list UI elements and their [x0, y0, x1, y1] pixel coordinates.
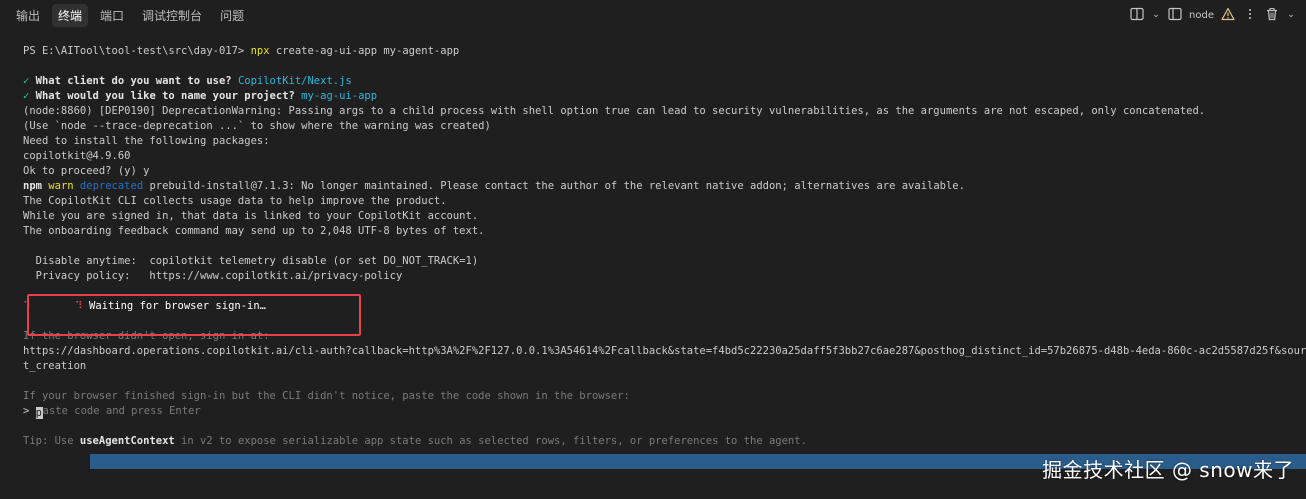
proceed-prompt: Ok to proceed? (y) y — [23, 165, 150, 177]
npm-deprecated: deprecated — [79, 180, 144, 192]
deprecation-warning: (node:8860) [DEP0190] DeprecationWarning… — [23, 105, 1206, 117]
privacy-label: Privacy policy: — [23, 270, 131, 282]
panel-header: 输出 终端 端口 调试控制台 问题 ⌄ node ⌄ — [0, 0, 1306, 30]
chevron-down-icon[interactable]: ⌄ — [1286, 7, 1296, 23]
warning-icon[interactable] — [1220, 7, 1236, 23]
tab-debug-console[interactable]: 调试控制台 — [136, 4, 208, 27]
check-icon: ✓ — [23, 90, 30, 102]
tip-line: Tip: Use useAgentContext in v2 to expose… — [23, 434, 1306, 449]
split-terminal-icon[interactable] — [1167, 7, 1183, 23]
text-cursor: p — [35, 407, 43, 419]
prompt-line: PS E:\AITool\tool-test\src\day-017> npx … — [23, 44, 1306, 59]
terminal-toolbar: ⌄ node ⌄ — [1129, 7, 1296, 23]
telemetry-line: The CopilotKit CLI collects usage data t… — [23, 195, 447, 207]
tab-ports[interactable]: 端口 — [94, 4, 130, 27]
tab-problems[interactable]: 问题 — [214, 4, 250, 27]
chevron-down-icon[interactable]: ⌄ — [1151, 7, 1161, 23]
install-notice: Need to install the following packages: — [23, 135, 270, 147]
disable-label: Disable anytime: — [23, 255, 137, 267]
terminal-output[interactable]: PS E:\AITool\tool-test\src\day-017> npx … — [0, 44, 1306, 499]
disable-line: Disable anytime: copilotkit telemetry di… — [23, 254, 1306, 269]
telemetry-line: While you are signed in, that data is li… — [23, 210, 479, 222]
question-text: What would you like to name your project… — [35, 90, 295, 102]
more-icon[interactable] — [1242, 7, 1258, 23]
question-client: ✓ What client do you want to use? Copilo… — [23, 74, 1306, 89]
tip-prefix: Tip: Use — [23, 435, 80, 447]
telemetry-line: The onboarding feedback command may send… — [23, 225, 485, 237]
auth-url[interactable]: https://dashboard.operations.copilotkit.… — [23, 344, 1306, 359]
trace-hint: (Use `node --trace-deprecation ...` to s… — [23, 120, 491, 132]
answer-text: my-ag-ui-app — [301, 90, 378, 102]
terminal-name[interactable]: node — [1189, 10, 1214, 21]
tip-rest: in v2 to expose serializable app state s… — [174, 435, 807, 447]
annotation-highlight-box — [27, 294, 361, 336]
question-text: What client do you want to use? — [35, 75, 232, 87]
trash-icon[interactable] — [1264, 7, 1280, 23]
split-layout-icon[interactable] — [1129, 7, 1145, 23]
privacy-value: https://www.copilotkit.ai/privacy-policy — [130, 270, 403, 282]
prompt-args: create-ag-ui-app my-agent-app — [269, 45, 460, 57]
check-icon: ✓ — [23, 75, 30, 87]
prompt-path: PS E:\AITool\tool-test\src\day-017> — [23, 45, 245, 57]
paste-input-line[interactable]: > paste code and press Enter — [23, 404, 1306, 419]
auth-url-continued[interactable]: t_creation — [23, 359, 1306, 374]
input-prompt: > — [23, 405, 36, 417]
paste-hint: If your browser finished sign-in but the… — [23, 390, 630, 402]
tip-highlight: useAgentContext — [79, 435, 175, 447]
input-placeholder: aste code and press Enter — [42, 405, 201, 417]
question-name: ✓ What would you like to name your proje… — [23, 89, 1306, 104]
tab-terminal[interactable]: 终端 — [52, 3, 89, 27]
prompt-command: npx — [250, 45, 270, 57]
npm-warning: npm warn deprecated prebuild-install@7.1… — [23, 179, 1306, 194]
package-name: copilotkit@4.9.60 — [23, 150, 131, 162]
answer-text: CopilotKit/Next.js — [237, 75, 352, 87]
tab-output[interactable]: 输出 — [10, 4, 46, 27]
panel-tabs: 输出 终端 端口 调试控制台 问题 — [10, 3, 250, 27]
privacy-line: Privacy policy: https://www.copilotkit.a… — [23, 269, 1306, 284]
watermark: 掘金技术社区 @ snow来了 — [1042, 458, 1294, 482]
npm-message: prebuild-install@7.1.3: No longer mainta… — [143, 180, 965, 192]
disable-value: copilotkit telemetry disable (or set DO_… — [136, 255, 479, 267]
npm-label: npm — [23, 180, 42, 192]
npm-warn: warn — [48, 180, 74, 192]
